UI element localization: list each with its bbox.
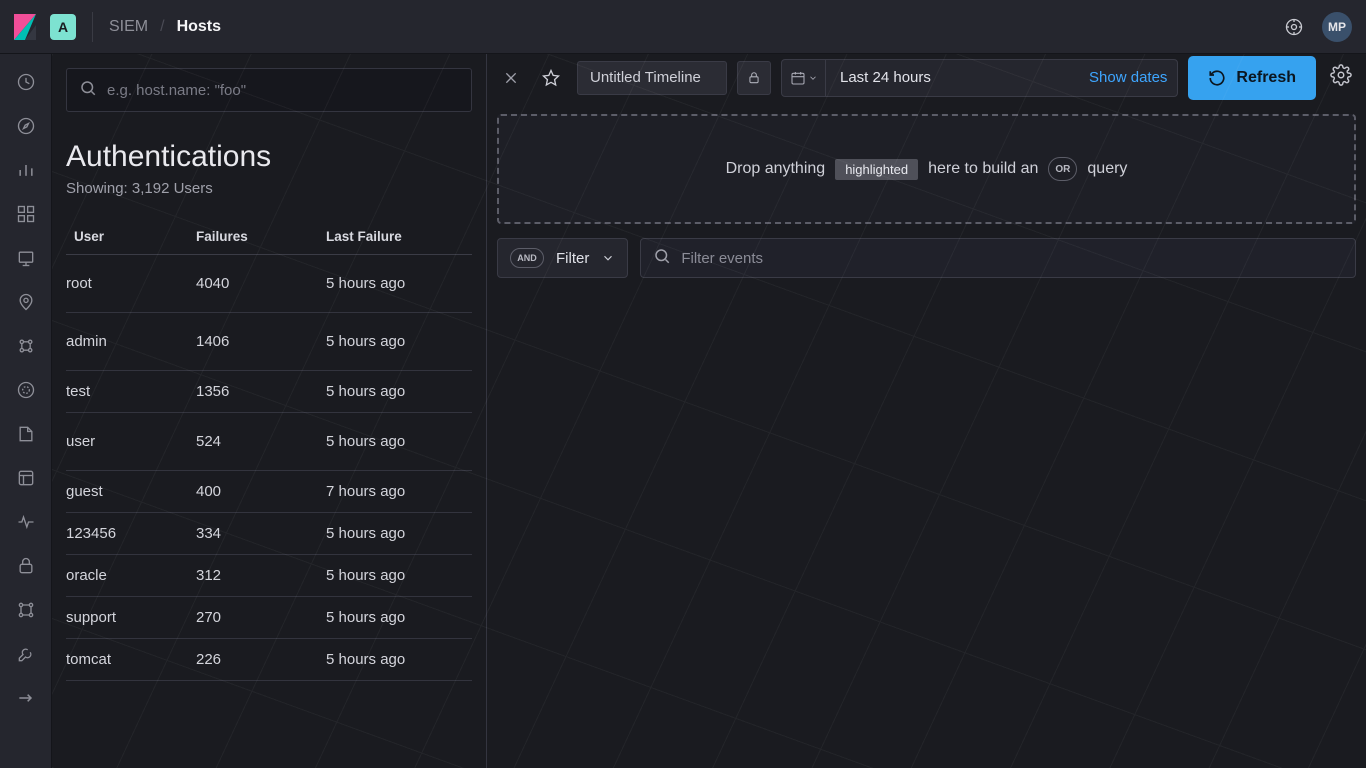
cell-failures: 4040: [196, 255, 326, 312]
cell-failures: 400: [196, 471, 326, 512]
cell-user: test: [66, 371, 196, 412]
kibana-logo-icon[interactable]: [14, 14, 36, 40]
cell-user: user: [66, 413, 196, 470]
kql-input[interactable]: [107, 82, 459, 99]
breadcrumb-page[interactable]: Hosts: [177, 18, 221, 36]
ml-icon[interactable]: [16, 336, 36, 356]
highlighted-chip: highlighted: [835, 159, 918, 180]
app-header: A SIEM / Hosts MP: [0, 0, 1366, 54]
show-dates-link[interactable]: Show dates: [1089, 69, 1177, 86]
devtools-icon[interactable]: [16, 644, 36, 664]
siem-icon[interactable]: [16, 556, 36, 576]
cell-last-failure: 5 hours ago: [326, 639, 472, 680]
refresh-button[interactable]: Refresh: [1188, 56, 1316, 100]
cell-failures: 1356: [196, 371, 326, 412]
lock-icon[interactable]: [737, 61, 771, 95]
visualize-icon[interactable]: [16, 160, 36, 180]
user-avatar[interactable]: MP: [1322, 12, 1352, 42]
add-filter-button[interactable]: AND Filter: [497, 238, 628, 278]
dashboard-icon[interactable]: [16, 204, 36, 224]
cell-user: admin: [66, 313, 196, 370]
table-row[interactable]: tomcat2265 hours ago: [66, 639, 472, 681]
newsfeed-icon[interactable]: [1284, 17, 1304, 37]
cell-failures: 312: [196, 555, 326, 596]
kql-search[interactable]: [66, 68, 472, 112]
cell-last-failure: 5 hours ago: [326, 371, 472, 412]
or-chip: OR: [1048, 157, 1077, 181]
apm-icon[interactable]: [16, 468, 36, 488]
compass-icon[interactable]: [16, 116, 36, 136]
cell-last-failure: 5 hours ago: [326, 513, 472, 554]
cell-last-failure: 5 hours ago: [326, 555, 472, 596]
table-row[interactable]: oracle3125 hours ago: [66, 555, 472, 597]
cell-last-failure: 5 hours ago: [326, 597, 472, 638]
infra-icon[interactable]: [16, 380, 36, 400]
nav-rail: [0, 54, 52, 768]
hosts-panel: Authentications Showing: 3,192 Users Use…: [52, 54, 487, 768]
drop-text-pre: Drop anything: [726, 160, 826, 178]
cell-last-failure: 7 hours ago: [326, 471, 472, 512]
date-range-picker[interactable]: Last 24 hours Show dates: [781, 59, 1178, 97]
breadcrumb-sep: /: [160, 18, 164, 36]
section-subtitle: Showing: 3,192 Users: [66, 180, 472, 197]
filter-label: Filter: [556, 250, 589, 267]
timeline-panel: Untitled Timeline Last 24 hours Show dat…: [487, 54, 1366, 768]
cell-last-failure: 5 hours ago: [326, 413, 472, 470]
col-user[interactable]: User: [66, 229, 196, 244]
search-icon: [653, 247, 671, 270]
table-row[interactable]: support2705 hours ago: [66, 597, 472, 639]
section-title: Authentications: [66, 140, 472, 174]
table-row[interactable]: root40405 hours ago: [66, 255, 472, 313]
cell-last-failure: 5 hours ago: [326, 313, 472, 370]
drop-text-post: query: [1087, 160, 1127, 178]
table-row[interactable]: 1234563345 hours ago: [66, 513, 472, 555]
table-row[interactable]: user5245 hours ago: [66, 413, 472, 471]
close-timeline-icon[interactable]: [497, 64, 525, 92]
canvas-icon[interactable]: [16, 248, 36, 268]
cell-failures: 1406: [196, 313, 326, 370]
table-row[interactable]: guest4007 hours ago: [66, 471, 472, 513]
cell-failures: 226: [196, 639, 326, 680]
cell-failures: 334: [196, 513, 326, 554]
settings-gear-icon[interactable]: [1326, 60, 1356, 95]
drop-text-mid: here to build an: [928, 160, 1038, 178]
col-failures[interactable]: Failures: [196, 229, 326, 244]
filter-events-input[interactable]: [681, 250, 1343, 267]
cell-user: tomcat: [66, 639, 196, 680]
cell-user: support: [66, 597, 196, 638]
space-selector[interactable]: A: [50, 14, 76, 40]
cell-last-failure: 5 hours ago: [326, 255, 472, 312]
graph-icon[interactable]: [16, 600, 36, 620]
timeline-title-input[interactable]: Untitled Timeline: [577, 61, 727, 95]
cell-user: guest: [66, 471, 196, 512]
breadcrumb: SIEM / Hosts: [109, 18, 221, 36]
chevron-down-icon: [601, 251, 615, 265]
cell-user: oracle: [66, 555, 196, 596]
recent-icon[interactable]: [16, 72, 36, 92]
refresh-label: Refresh: [1236, 69, 1296, 87]
query-drop-zone[interactable]: Drop anything highlighted here to build …: [497, 114, 1356, 224]
and-chip: AND: [510, 248, 544, 268]
cell-failures: 270: [196, 597, 326, 638]
col-last-failure[interactable]: Last Failure: [326, 229, 472, 244]
collapse-icon[interactable]: [16, 688, 36, 708]
table-header: User Failures Last Failure: [66, 219, 472, 255]
favorite-star-icon[interactable]: [535, 62, 567, 94]
cell-user: 123456: [66, 513, 196, 554]
auth-table: User Failures Last Failure root40405 hou…: [66, 219, 472, 681]
maps-icon[interactable]: [16, 292, 36, 312]
cell-user: root: [66, 255, 196, 312]
search-icon: [79, 79, 97, 102]
date-range-text: Last 24 hours: [826, 69, 1089, 86]
cell-failures: 524: [196, 413, 326, 470]
filter-events-box[interactable]: [640, 238, 1356, 278]
logs-icon[interactable]: [16, 424, 36, 444]
calendar-icon: [782, 60, 826, 96]
table-row[interactable]: test13565 hours ago: [66, 371, 472, 413]
divider: [92, 12, 93, 42]
breadcrumb-app[interactable]: SIEM: [109, 18, 148, 36]
table-row[interactable]: admin14065 hours ago: [66, 313, 472, 371]
uptime-icon[interactable]: [16, 512, 36, 532]
